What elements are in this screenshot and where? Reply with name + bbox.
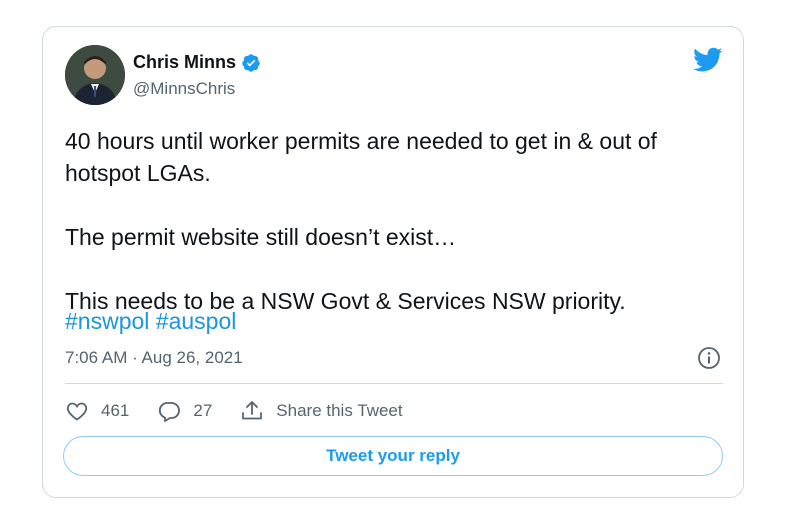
avatar[interactable] — [65, 45, 125, 105]
tweet-timestamp[interactable]: 7:06 AM · Aug 26, 2021 — [65, 348, 243, 368]
tweet-your-reply-button[interactable]: Tweet your reply — [63, 436, 723, 476]
author-handle[interactable]: @MinnsChris — [133, 79, 235, 99]
author-name-row: Chris Minns — [133, 52, 261, 73]
divider — [65, 383, 723, 384]
comment-icon — [159, 402, 181, 422]
hashtag-link[interactable]: #nswpol — [65, 308, 149, 334]
hashtags: #nswpol #auspol — [65, 308, 236, 335]
replies-count: 27 — [193, 401, 213, 420]
like-button[interactable]: 461 — [65, 399, 129, 423]
author-name[interactable]: Chris Minns — [133, 52, 236, 73]
info-icon[interactable] — [697, 346, 721, 370]
twitter-bird-icon[interactable] — [693, 47, 723, 73]
share-button[interactable]: Share this Tweet — [240, 399, 403, 423]
hashtag-link[interactable]: #auspol — [156, 308, 237, 334]
likes-count: 461 — [101, 401, 130, 420]
verified-badge-icon — [241, 53, 261, 73]
share-icon — [242, 401, 263, 420]
tweet-body: 40 hours until worker permits are needed… — [65, 128, 657, 314]
heart-icon — [66, 402, 88, 421]
avatar-image — [65, 45, 125, 105]
action-bar: 461 27 Share this Tweet — [65, 399, 431, 423]
tweet-card: Chris Minns @MinnsChris 40 hours until w… — [42, 26, 744, 498]
share-label: Share this Tweet — [276, 401, 403, 420]
reply-button[interactable]: 27 — [157, 399, 212, 423]
